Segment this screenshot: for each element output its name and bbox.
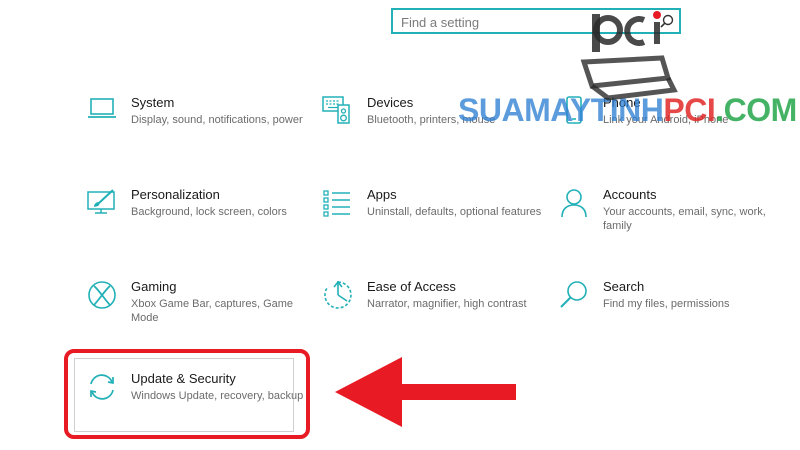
tile-ease-of-access[interactable]: Ease of Access Narrator, magnifier, high… bbox=[322, 279, 547, 354]
tile-gaming[interactable]: Gaming Xbox Game Bar, captures, Game Mod… bbox=[86, 279, 311, 354]
tile-search[interactable]: Search Find my files, permissions bbox=[558, 279, 783, 354]
tile-description: Display, sound, notifications, power bbox=[131, 114, 303, 126]
tile-title: Devices bbox=[367, 95, 414, 110]
tile-title: Ease of Access bbox=[367, 279, 456, 294]
highlight-frame bbox=[64, 349, 310, 439]
tile-description: Find my files, permissions bbox=[603, 298, 730, 310]
search-icon bbox=[560, 281, 587, 308]
watermark-com: COM bbox=[723, 92, 798, 128]
tile-personalization[interactable]: Personalization Background, lock screen,… bbox=[86, 187, 311, 262]
tile-title: Accounts bbox=[603, 187, 657, 202]
tile-description: Uninstall, defaults, optional features bbox=[367, 206, 542, 218]
person-icon bbox=[561, 189, 587, 218]
laptop-icon bbox=[88, 98, 116, 118]
tile-title: Personalization bbox=[131, 187, 220, 202]
pci-logo bbox=[580, 11, 678, 101]
xbox-icon bbox=[88, 281, 116, 309]
tile-description: Narrator, magnifier, high contrast bbox=[367, 298, 527, 310]
tile-title: Gaming bbox=[131, 279, 177, 294]
tile-description: Xbox Game Bar, captures, Game Mode bbox=[131, 298, 294, 324]
tile-title: Apps bbox=[367, 187, 397, 202]
watermark-dot: . bbox=[715, 92, 724, 128]
keyboard-speaker-icon bbox=[322, 96, 350, 124]
ease-of-access-icon bbox=[324, 280, 352, 309]
tile-accounts[interactable]: Accounts Your accounts, email, sync, wor… bbox=[558, 187, 783, 262]
tile-description: Background, lock screen, colors bbox=[131, 206, 287, 218]
apps-list-icon bbox=[323, 190, 350, 217]
tile-system[interactable]: System Display, sound, notifications, po… bbox=[86, 95, 311, 170]
tile-title: System bbox=[131, 95, 175, 110]
tile-description: Your accounts, email, sync, work, family bbox=[603, 206, 766, 232]
red-arrow-annotation bbox=[335, 357, 516, 427]
tile-apps[interactable]: Apps Uninstall, defaults, optional featu… bbox=[322, 187, 547, 262]
tile-title: Search bbox=[603, 279, 645, 294]
paint-brush-icon bbox=[87, 189, 115, 214]
